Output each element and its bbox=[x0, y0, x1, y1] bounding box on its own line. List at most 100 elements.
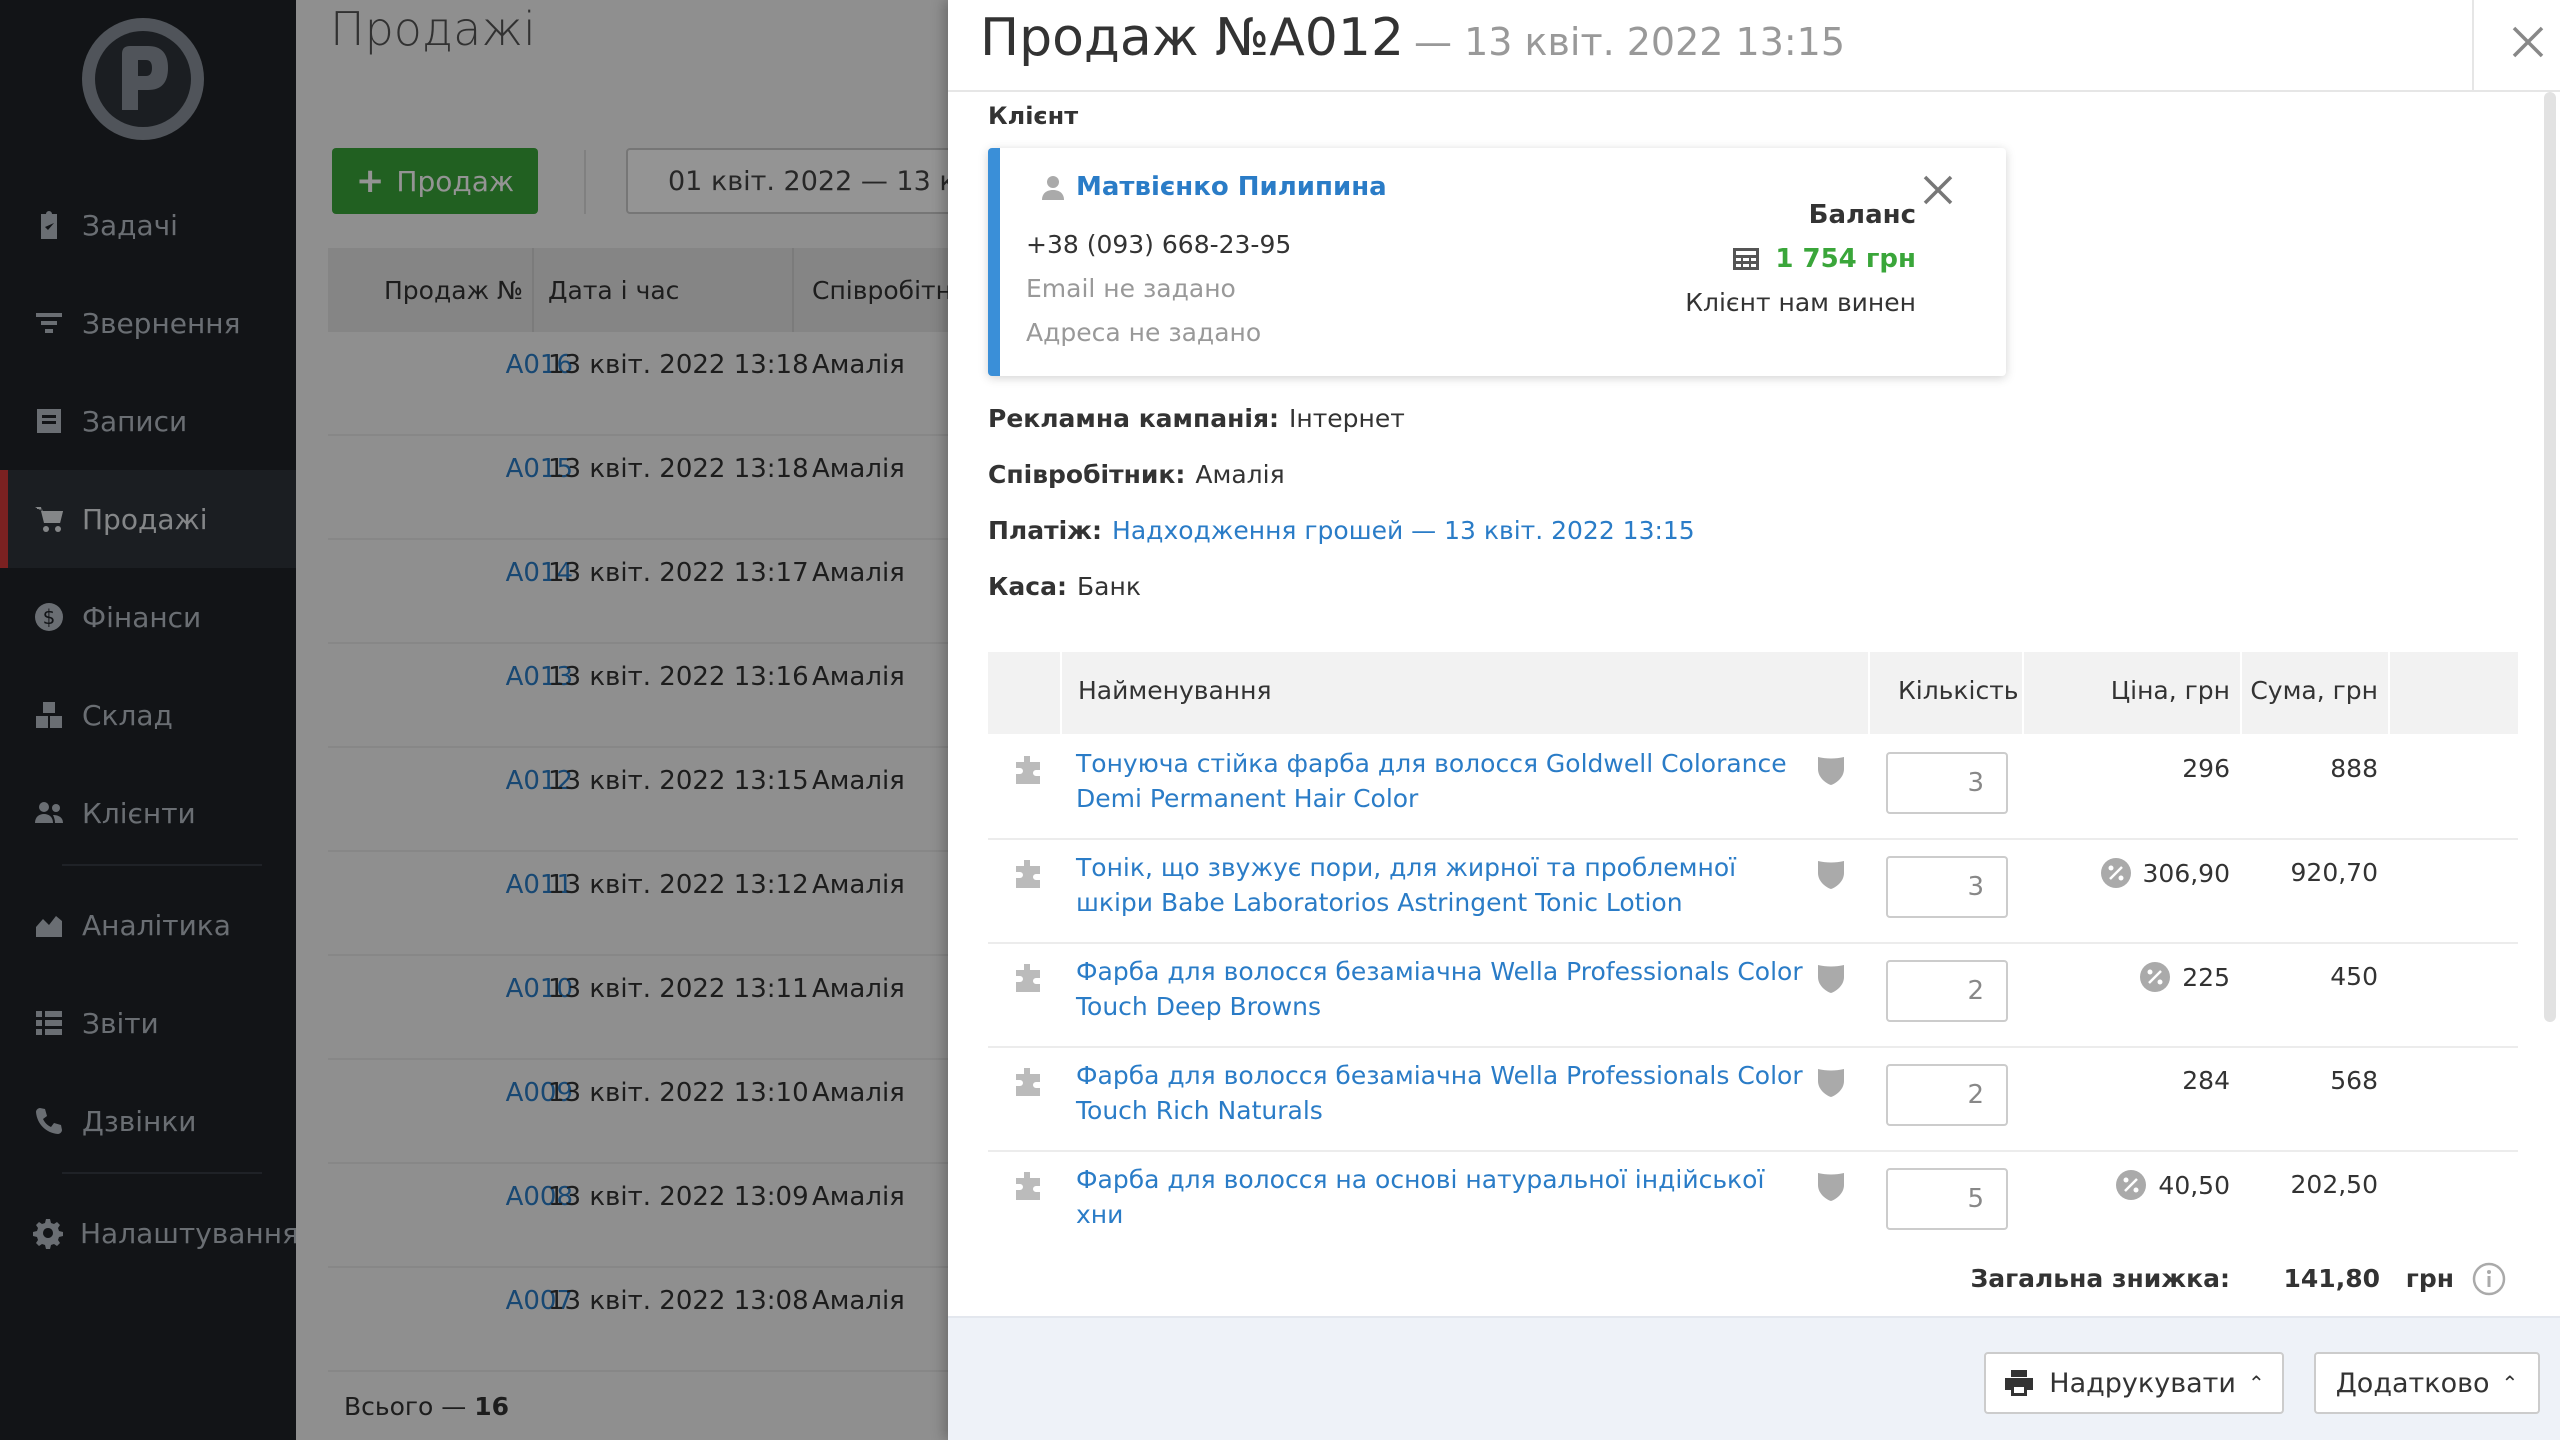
client-address: Адреса не задано bbox=[1026, 318, 1262, 347]
sale-item-row: Фарба для волосся на основі натуральної … bbox=[988, 1152, 2518, 1256]
client-name: Матвієнко Пилипина bbox=[1076, 172, 1387, 202]
employee-label: Співробітник: bbox=[988, 460, 1186, 489]
close-panel-button[interactable] bbox=[2498, 12, 2558, 72]
item-sum: 888 bbox=[2330, 754, 2378, 783]
item-price: 284 bbox=[2182, 1066, 2230, 1095]
puzzle-icon bbox=[1012, 754, 1044, 786]
discount-percent-icon bbox=[2116, 1170, 2147, 1200]
employee-row: Співробітник: Амалія bbox=[988, 460, 1285, 489]
client-name-link[interactable]: Матвієнко Пилипина bbox=[1040, 172, 1387, 202]
campaign-label: Рекламна кампанія: bbox=[988, 404, 1280, 433]
item-price: 296 bbox=[2182, 754, 2230, 783]
shield-icon[interactable] bbox=[1816, 858, 1848, 892]
item-price-value: 40,50 bbox=[2158, 1170, 2230, 1200]
item-price: 225 bbox=[2140, 962, 2230, 992]
column-divider bbox=[2388, 652, 2390, 734]
column-divider bbox=[1868, 652, 1870, 734]
sale-number-title: Продаж №A012 bbox=[980, 8, 1405, 68]
puzzle-icon bbox=[1012, 858, 1044, 890]
payment-link[interactable]: Надходження грошей — 13 квіт. 2022 13:15 bbox=[1112, 516, 1695, 545]
column-header-price: Ціна, грн bbox=[2110, 676, 2230, 705]
total-discount-label: Загальна знижка: bbox=[1970, 1264, 2230, 1293]
shield-icon[interactable] bbox=[1816, 962, 1848, 996]
sale-item-row: Фарба для волосся безаміачна Wella Profe… bbox=[988, 944, 2518, 1048]
client-phone: +38 (093) 668-23-95 bbox=[1026, 230, 1292, 259]
item-sum: 202,50 bbox=[2290, 1170, 2378, 1199]
more-button-label: Додатково bbox=[2335, 1367, 2490, 1399]
campaign-row: Рекламна кампанія: Інтернет bbox=[988, 404, 1405, 433]
panel-header: Продаж №A012— 13 квіт. 2022 13:15 bbox=[948, 0, 2560, 92]
item-name-link[interactable]: Фарба для волосся безаміачна Wella Profe… bbox=[1076, 1058, 1806, 1128]
payment-row: Платіж: Надходження грошей — 13 квіт. 202… bbox=[988, 516, 1695, 545]
puzzle-icon bbox=[1012, 1170, 1044, 1202]
sale-datetime-subtitle: — 13 квіт. 2022 13:15 bbox=[1414, 20, 1846, 64]
puzzle-icon bbox=[1012, 962, 1044, 994]
discount-percent-icon bbox=[2100, 858, 2131, 888]
employee-value: Амалія bbox=[1195, 460, 1285, 489]
quantity-input[interactable]: 2 bbox=[1886, 1064, 2008, 1126]
panel-title: Продаж №A012— 13 квіт. 2022 13:15 bbox=[980, 8, 1845, 68]
balance-value: 1 754 грн bbox=[1731, 244, 1916, 274]
total-discount-currency: грн bbox=[2405, 1264, 2454, 1293]
client-email: Email не задано bbox=[1026, 274, 1236, 303]
column-header-quantity: Кількість bbox=[1898, 676, 2019, 705]
item-name-link[interactable]: Фарба для волосся безаміачна Wella Profe… bbox=[1076, 954, 1806, 1024]
item-price-value: 296 bbox=[2182, 754, 2230, 783]
item-sum: 920,70 bbox=[2290, 858, 2378, 887]
close-icon bbox=[2512, 26, 2544, 58]
sale-item-row: Фарба для волосся безаміачна Wella Profe… bbox=[988, 1048, 2518, 1152]
cashbox-label: Каса: bbox=[988, 572, 1067, 601]
balance-amount: 1 754 грн bbox=[1775, 244, 1916, 274]
item-price: 306,90 bbox=[2100, 858, 2230, 888]
campaign-value: Інтернет bbox=[1289, 404, 1405, 433]
total-discount-value: 141,80 bbox=[2283, 1264, 2380, 1293]
close-icon bbox=[1923, 175, 1953, 205]
cash-register-icon bbox=[1733, 248, 1760, 270]
sale-item-row: Тонуюча стійка фарба для волосся Goldwel… bbox=[988, 736, 2518, 840]
column-divider bbox=[1060, 652, 1062, 734]
discount-percent-icon bbox=[2140, 962, 2171, 992]
items-table-header: Найменування Кількість Ціна, грн Сума, г… bbox=[988, 652, 2518, 734]
panel-footer: Надрукувати ⌃ Додатково ⌃ bbox=[948, 1316, 2560, 1440]
column-divider bbox=[2022, 652, 2024, 734]
info-icon[interactable] bbox=[2472, 1262, 2506, 1296]
quantity-input[interactable]: 2 bbox=[1886, 960, 2008, 1022]
column-header-sum: Сума, грн bbox=[2250, 676, 2378, 705]
chevron-up-icon: ⌃ bbox=[2247, 1371, 2265, 1395]
item-price-value: 306,90 bbox=[2142, 858, 2230, 888]
column-divider bbox=[2240, 652, 2242, 734]
item-sum: 450 bbox=[2330, 962, 2378, 991]
client-card: Матвієнко Пилипина +38 (093) 668-23-95 E… bbox=[988, 148, 2006, 376]
item-name-link[interactable]: Фарба для волосся на основі натуральної … bbox=[1076, 1162, 1806, 1232]
quantity-input[interactable]: 5 bbox=[1886, 1168, 2008, 1230]
balance-note: Клієнт нам винен bbox=[1685, 288, 1916, 317]
item-name-link[interactable]: Тонуюча стійка фарба для волосся Goldwel… bbox=[1076, 746, 1806, 816]
quantity-input[interactable]: 3 bbox=[1886, 752, 2008, 814]
remove-client-button[interactable] bbox=[1920, 172, 1960, 212]
more-button[interactable]: Додатково ⌃ bbox=[2314, 1352, 2540, 1414]
puzzle-icon bbox=[1012, 1066, 1044, 1098]
item-price-value: 225 bbox=[2182, 962, 2230, 992]
user-icon bbox=[1042, 176, 1064, 200]
column-header-name: Найменування bbox=[1078, 676, 1272, 705]
quantity-input[interactable]: 3 bbox=[1886, 856, 2008, 918]
item-name-link[interactable]: Тонік, що звужує пори, для жирної та про… bbox=[1076, 850, 1806, 920]
cashbox-row: Каса: Банк bbox=[988, 572, 1141, 601]
print-button[interactable]: Надрукувати ⌃ bbox=[1984, 1352, 2284, 1414]
sale-item-row: Тонік, що звужує пори, для жирної та про… bbox=[988, 840, 2518, 944]
header-divider bbox=[2472, 0, 2474, 92]
panel-scrollbar[interactable] bbox=[2544, 92, 2556, 1022]
payment-label: Платіж: bbox=[988, 516, 1103, 545]
item-sum: 568 bbox=[2330, 1066, 2378, 1095]
printer-icon bbox=[2005, 1370, 2034, 1396]
print-button-label: Надрукувати bbox=[2049, 1367, 2236, 1399]
shield-icon[interactable] bbox=[1816, 754, 1848, 788]
sale-detail-panel: Продаж №A012— 13 квіт. 2022 13:15 Клієнт… bbox=[948, 0, 2560, 1440]
shield-icon[interactable] bbox=[1816, 1066, 1848, 1100]
chevron-up-icon: ⌃ bbox=[2501, 1371, 2519, 1395]
client-section-label: Клієнт bbox=[988, 102, 1079, 130]
shield-icon[interactable] bbox=[1816, 1170, 1848, 1204]
balance-label: Баланс bbox=[1808, 200, 1916, 230]
item-price-value: 284 bbox=[2182, 1066, 2230, 1095]
item-price: 40,50 bbox=[2116, 1170, 2230, 1200]
